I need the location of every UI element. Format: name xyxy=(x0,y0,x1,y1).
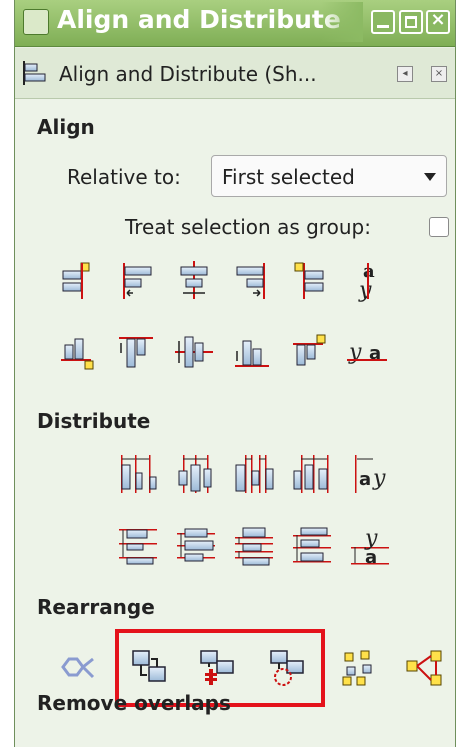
svg-text:y: y xyxy=(358,278,372,303)
align-top-edges-icon[interactable] xyxy=(113,329,159,375)
align-baseline-text-horizontal-icon[interactable]: a y xyxy=(345,257,391,303)
svg-text:y: y xyxy=(348,340,362,365)
close-button[interactable]: × xyxy=(426,9,450,34)
distribute-heading: Distribute xyxy=(37,409,151,433)
panel-title: Align and Distribute (Sh... xyxy=(59,62,317,86)
panel-header: Align and Distribute (Sh... ◂ × xyxy=(15,48,455,99)
panel-menu-icon[interactable]: ◂ xyxy=(397,66,413,82)
align-bottom-edge-to-top-icon[interactable] xyxy=(55,329,101,375)
close-icon: × xyxy=(430,9,446,30)
svg-text:a: a xyxy=(359,469,371,490)
align-bottom-edges-icon[interactable] xyxy=(229,329,275,375)
center-horizontal-axis-icon[interactable] xyxy=(171,329,217,375)
align-top-edge-to-bottom-icon[interactable] xyxy=(287,329,333,375)
align-baseline-text-vertical-icon[interactable]: y a xyxy=(345,329,391,375)
remove-overlaps-heading: Remove overlaps xyxy=(37,691,231,715)
inkscape-icon xyxy=(23,9,49,35)
randomize-centers-icon[interactable] xyxy=(337,645,383,691)
align-left-edges-icon[interactable] xyxy=(113,257,159,303)
center-vertical-axis-icon[interactable] xyxy=(171,257,217,303)
relative-to-label: Relative to: xyxy=(67,165,181,189)
treat-as-group-checkbox[interactable] xyxy=(429,217,449,237)
distribute-centers-vertical-icon[interactable] xyxy=(173,523,219,569)
minimize-button[interactable] xyxy=(371,10,395,34)
align-heading: Align xyxy=(37,115,95,139)
unclump-icon[interactable] xyxy=(401,645,447,691)
treat-as-group-label: Treat selection as group: xyxy=(125,215,371,239)
relative-to-value: First selected xyxy=(222,165,355,189)
align-distribute-window: Align and Distribute × Align and Distrib… xyxy=(14,0,456,747)
align-left-edge-to-right-icon[interactable] xyxy=(287,257,333,303)
distribute-centers-horizontal-icon[interactable] xyxy=(173,451,219,497)
window-title: Align and Distribute xyxy=(57,5,341,34)
distribute-bottom-edges-icon[interactable] xyxy=(289,523,335,569)
align-right-edge-to-left-icon[interactable] xyxy=(55,257,101,303)
relative-to-select[interactable]: First selected xyxy=(211,155,447,197)
distribute-gaps-horizontal-icon[interactable] xyxy=(231,451,277,497)
graph-layout-icon[interactable] xyxy=(55,645,101,691)
window-titlebar[interactable]: Align and Distribute × xyxy=(15,0,455,47)
distribute-right-edges-icon[interactable] xyxy=(289,451,335,497)
chevron-down-icon xyxy=(424,173,436,181)
title-fade xyxy=(321,2,363,42)
align-panel-icon xyxy=(23,61,46,85)
svg-text:a: a xyxy=(365,547,377,568)
distribute-baselines-horizontal-icon[interactable]: a y xyxy=(347,451,393,497)
distribute-top-edges-icon[interactable] xyxy=(115,523,161,569)
distribute-gaps-vertical-icon[interactable] xyxy=(231,523,277,569)
rearrange-heading: Rearrange xyxy=(37,595,155,619)
distribute-left-edges-icon[interactable] xyxy=(115,451,161,497)
distribute-baselines-vertical-icon[interactable]: y a xyxy=(347,523,393,569)
align-right-edges-icon[interactable] xyxy=(229,257,275,303)
panel-close-icon[interactable]: × xyxy=(431,66,447,82)
panel-content: Align Relative to: First selected Treat … xyxy=(15,99,455,747)
maximize-button[interactable] xyxy=(399,10,423,34)
svg-text:y: y xyxy=(372,466,386,491)
